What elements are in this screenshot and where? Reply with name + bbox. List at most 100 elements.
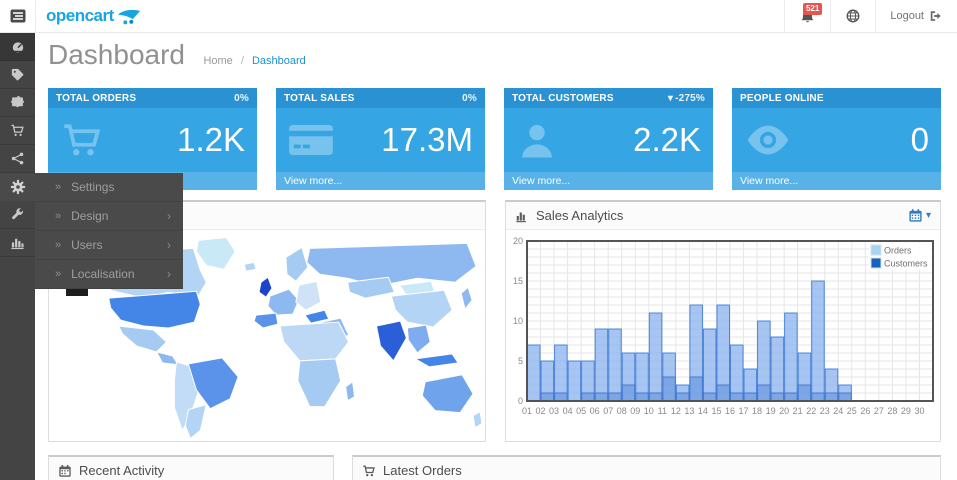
svg-text:22: 22 xyxy=(806,406,816,416)
view-more-link[interactable]: View more... xyxy=(732,172,941,190)
topbar-right: 521 Logout xyxy=(784,0,957,32)
sidebar-item-sales[interactable] xyxy=(0,117,35,145)
page-header: Dashboard Home / Dashboard xyxy=(48,39,306,71)
sales-chart: 0510152001020304050607080910111213141516… xyxy=(506,230,940,441)
tile-delta: 0% xyxy=(232,93,249,104)
svg-text:10: 10 xyxy=(644,406,654,416)
svg-text:11: 11 xyxy=(658,406,667,416)
svg-text:25: 25 xyxy=(847,406,857,416)
double-angle-icon: » xyxy=(55,268,61,280)
double-angle-icon: » xyxy=(55,181,61,193)
double-angle-icon: » xyxy=(55,239,61,251)
svg-text:13: 13 xyxy=(684,406,694,416)
svg-text:12: 12 xyxy=(671,406,681,416)
panel-title: Sales Analytics xyxy=(536,208,623,223)
opencart-logo[interactable]: opencart xyxy=(36,0,151,32)
svg-text:04: 04 xyxy=(563,406,573,416)
system-submenu: » Settings » Design › » Users › » Locali… xyxy=(35,173,183,289)
collapse-menu-button[interactable] xyxy=(0,0,36,32)
submenu-item-localisation[interactable]: » Localisation › xyxy=(35,260,183,289)
opencart-admin-dashboard: opencart 521 Logou xyxy=(0,0,957,480)
logout-button[interactable]: Logout xyxy=(875,0,957,32)
puzzle-piece-icon xyxy=(10,95,25,110)
svg-text:15: 15 xyxy=(711,406,721,416)
submenu-item-settings[interactable]: » Settings xyxy=(35,173,183,202)
svg-text:08: 08 xyxy=(617,406,627,416)
tile-title: TOTAL ORDERS xyxy=(56,93,136,104)
tile-value: 0 xyxy=(911,121,929,159)
share-alt-icon xyxy=(10,151,25,166)
submenu-item-users[interactable]: » Users › xyxy=(35,231,183,260)
calendar-icon xyxy=(908,208,923,223)
dashboard-gauge-icon xyxy=(10,39,26,55)
svg-text:20: 20 xyxy=(513,236,523,246)
latest-orders-panel: Latest Orders xyxy=(352,455,941,480)
date-range-button[interactable]: ▾ xyxy=(908,208,931,223)
svg-text:28: 28 xyxy=(887,406,897,416)
breadcrumb-current-link[interactable]: Dashboard xyxy=(252,55,306,67)
svg-text:26: 26 xyxy=(860,406,870,416)
breadcrumb-home-link[interactable]: Home xyxy=(203,55,232,67)
sign-out-icon xyxy=(929,9,943,23)
chevron-right-icon: › xyxy=(167,238,171,252)
svg-text:5: 5 xyxy=(518,356,523,366)
svg-text:29: 29 xyxy=(901,406,911,416)
sidebar-item-tools[interactable] xyxy=(0,201,35,229)
view-more-link[interactable]: View more... xyxy=(504,172,713,190)
submenu-item-design[interactable]: » Design › xyxy=(35,202,183,231)
panel-title: Latest Orders xyxy=(383,463,462,478)
sidebar-item-catalog[interactable] xyxy=(0,61,35,89)
sales-analytics-panel: Sales Analytics ▾ 05 xyxy=(505,200,941,442)
notification-badge: 521 xyxy=(803,3,822,15)
sidebar-item-system[interactable] xyxy=(0,173,35,201)
svg-text:0: 0 xyxy=(518,396,523,406)
legend-label: Customers xyxy=(884,259,928,269)
tile-value: 17.3M xyxy=(381,121,473,159)
view-more-link[interactable]: View more... xyxy=(276,172,485,190)
shopping-cart-icon xyxy=(60,120,106,160)
svg-text:30: 30 xyxy=(914,406,924,416)
bar-chart-icon xyxy=(10,235,25,250)
svg-text:24: 24 xyxy=(833,406,843,416)
recent-activity-panel: Recent Activity xyxy=(48,455,334,480)
tile-value: 2.2K xyxy=(633,121,701,159)
svg-text:14: 14 xyxy=(698,406,708,416)
stores-button[interactable] xyxy=(830,0,875,32)
topbar: opencart 521 Logou xyxy=(0,0,957,33)
shopping-cart-icon xyxy=(10,123,25,138)
sales-analytics-header: Sales Analytics ▾ xyxy=(506,202,940,230)
svg-text:18: 18 xyxy=(752,406,762,416)
sales-chart-svg: 0510152001020304050607080910111213141516… xyxy=(506,230,940,441)
svg-text:05: 05 xyxy=(576,406,586,416)
breadcrumb-separator: / xyxy=(241,55,244,67)
tile-delta: 0% xyxy=(460,93,477,104)
shopping-cart-icon xyxy=(362,464,376,478)
sidebar-item-marketing[interactable] xyxy=(0,145,35,173)
double-angle-icon: » xyxy=(55,210,61,222)
svg-text:23: 23 xyxy=(820,406,830,416)
svg-text:21: 21 xyxy=(793,406,803,416)
globe-icon xyxy=(845,8,861,24)
svg-text:15: 15 xyxy=(513,276,523,286)
caret-down-icon: ▾ xyxy=(926,210,931,221)
svg-text:06: 06 xyxy=(590,406,600,416)
gear-icon xyxy=(10,179,26,195)
sidebar-item-dashboard[interactable] xyxy=(0,33,35,61)
svg-text:16: 16 xyxy=(725,406,735,416)
tile-people-online: PEOPLE ONLINE 0 View more... xyxy=(732,88,941,190)
sidebar-item-reports[interactable] xyxy=(0,229,35,257)
svg-text:07: 07 xyxy=(603,406,613,416)
page-title: Dashboard xyxy=(48,39,185,71)
wrench-icon xyxy=(10,207,25,222)
legend-label: Orders xyxy=(884,246,912,256)
chevron-right-icon: › xyxy=(167,267,171,281)
svg-text:01: 01 xyxy=(522,406,532,416)
tile-title: PEOPLE ONLINE xyxy=(740,93,824,104)
bar-chart-icon xyxy=(515,209,529,223)
svg-text:10: 10 xyxy=(513,316,523,326)
svg-text:20: 20 xyxy=(779,406,789,416)
tile-title: TOTAL CUSTOMERS xyxy=(512,93,614,104)
svg-text:27: 27 xyxy=(874,406,884,416)
sidebar-item-extensions[interactable] xyxy=(0,89,35,117)
notifications-button[interactable]: 521 xyxy=(784,0,830,32)
